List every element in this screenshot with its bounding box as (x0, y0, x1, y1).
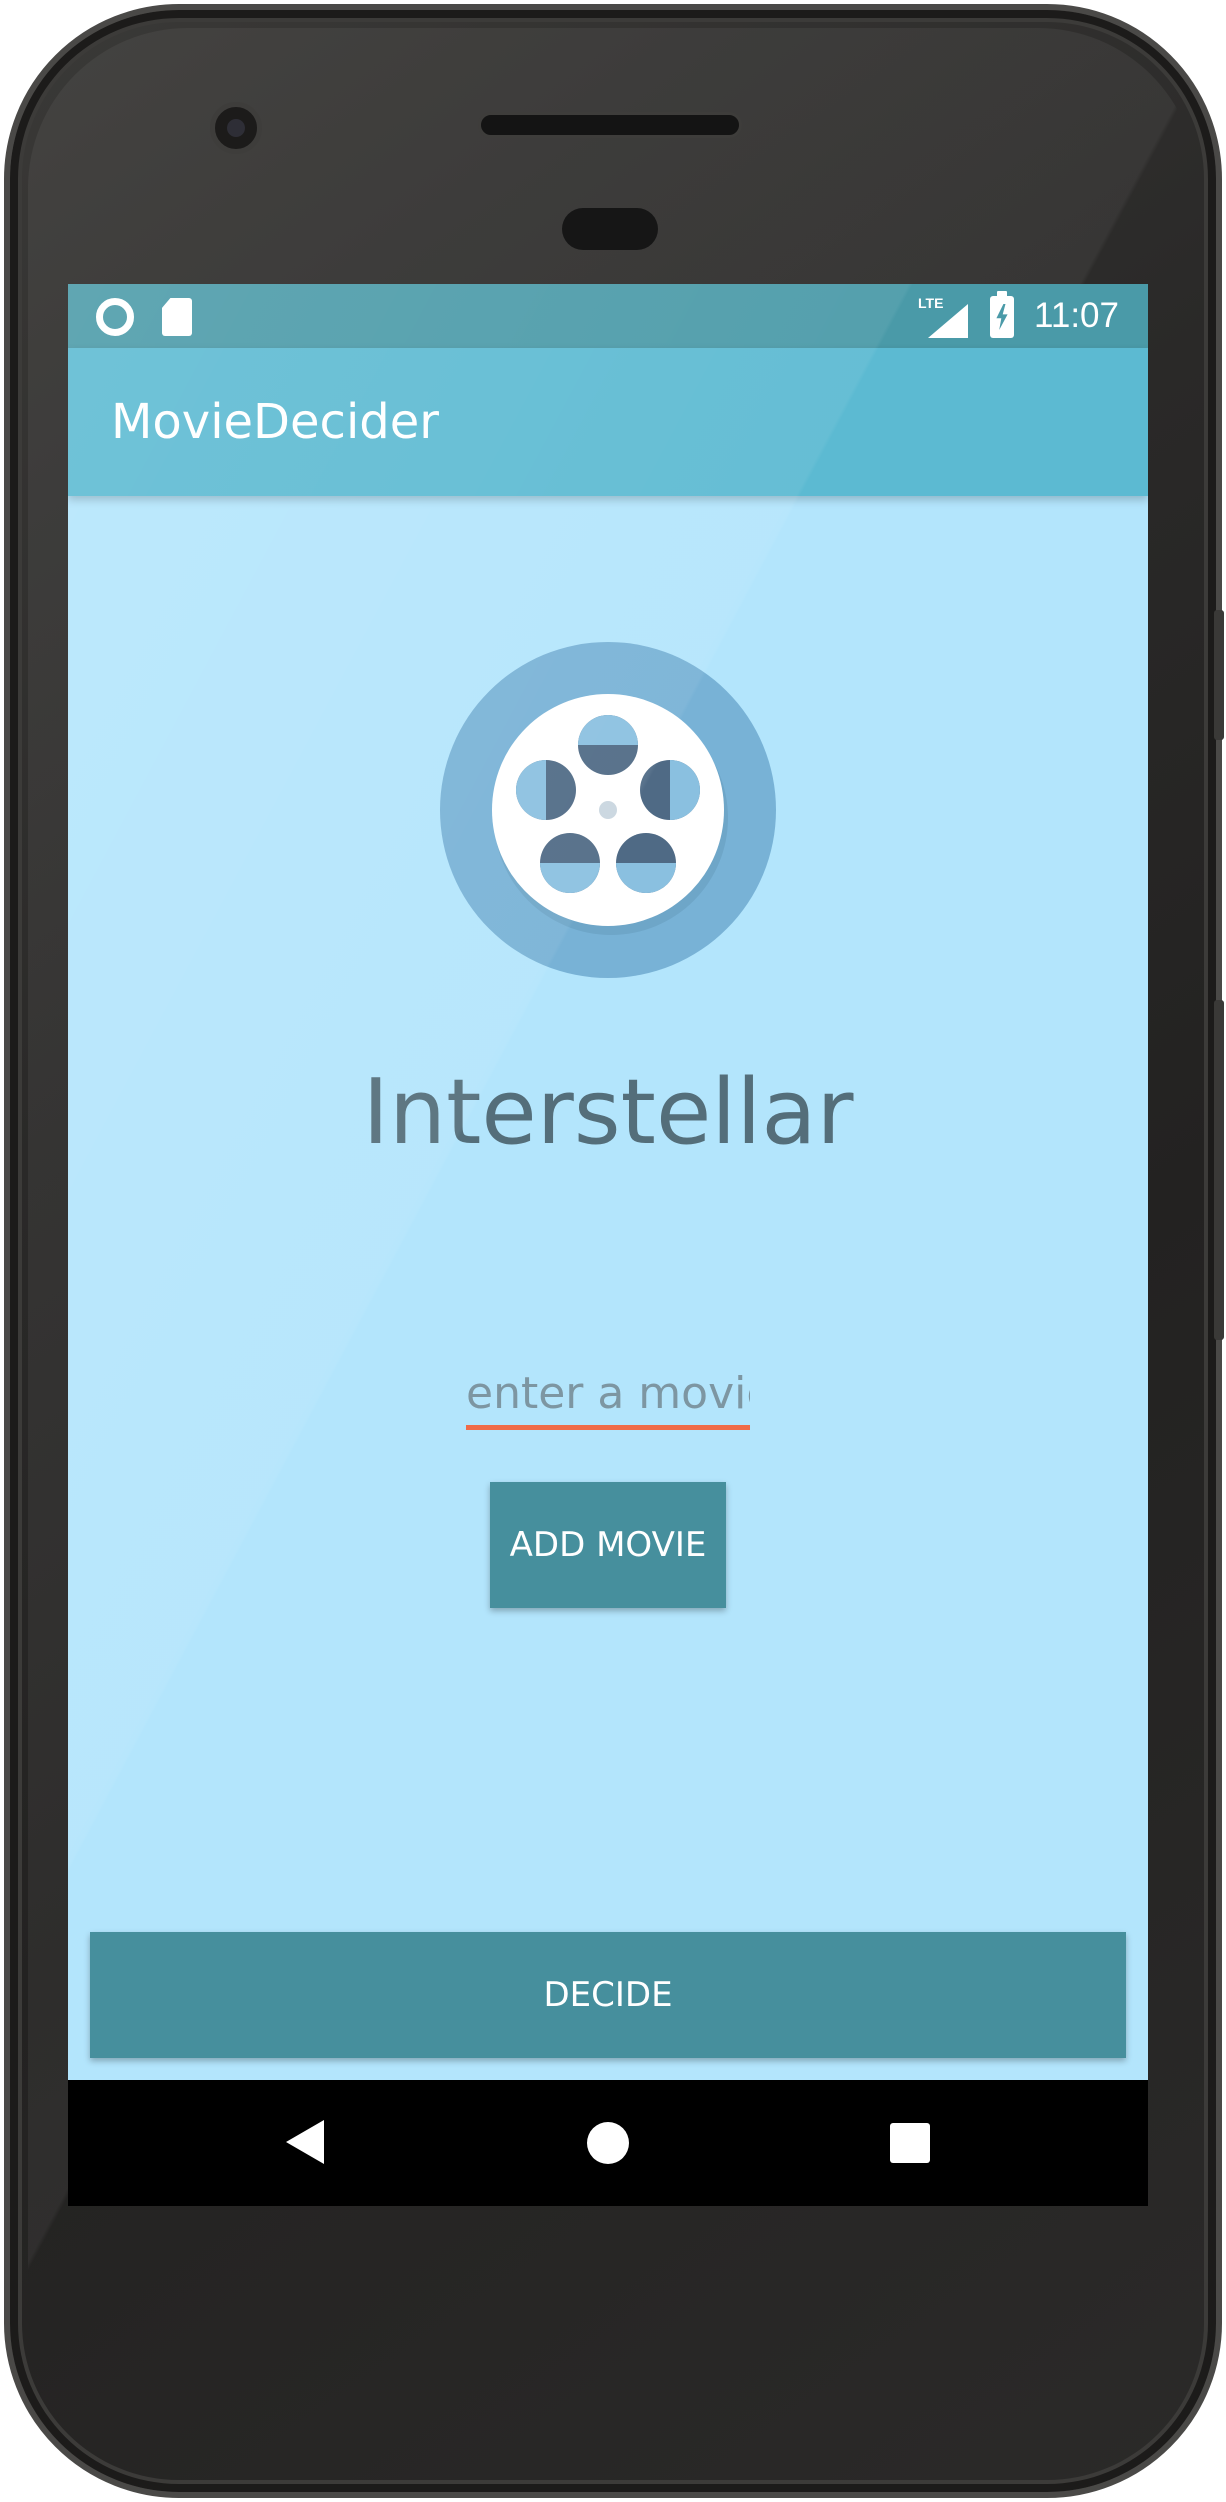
add-movie-button[interactable]: ADD MOVIE (490, 1482, 726, 1608)
screen-glare (68, 284, 1148, 2206)
network-type-label: LTE (918, 295, 944, 311)
volume-button (1214, 1000, 1224, 1340)
front-camera (210, 102, 262, 154)
app-title: MovieDecider (111, 394, 440, 450)
selected-movie-title: Interstellar (362, 1060, 854, 1165)
decide-button[interactable]: DECIDE (90, 1932, 1126, 2058)
movie-input[interactable] (466, 1362, 750, 1430)
battery-charging-icon (990, 291, 1014, 338)
status-bar: LTE 11:07 (68, 284, 1148, 348)
phone-screen: LTE 11:07 MovieDecider Interstellar ente… (68, 284, 1148, 2206)
status-time: 11:07 (1034, 296, 1119, 335)
lte-signal-icon: LTE (918, 296, 968, 338)
earpiece-speaker (478, 112, 742, 138)
side-button (1214, 610, 1224, 740)
app-bar: MovieDecider (68, 348, 1148, 496)
home-icon[interactable] (587, 2122, 629, 2164)
navigation-bar (68, 2080, 1148, 2206)
sync-circle-icon (96, 298, 134, 336)
proximity-sensor (562, 208, 658, 250)
film-reel-icon (440, 642, 776, 978)
recents-icon[interactable] (890, 2123, 930, 2163)
sd-card-icon (162, 298, 192, 336)
charging-bolt-icon (996, 304, 1008, 330)
back-icon[interactable] (286, 2120, 324, 2164)
